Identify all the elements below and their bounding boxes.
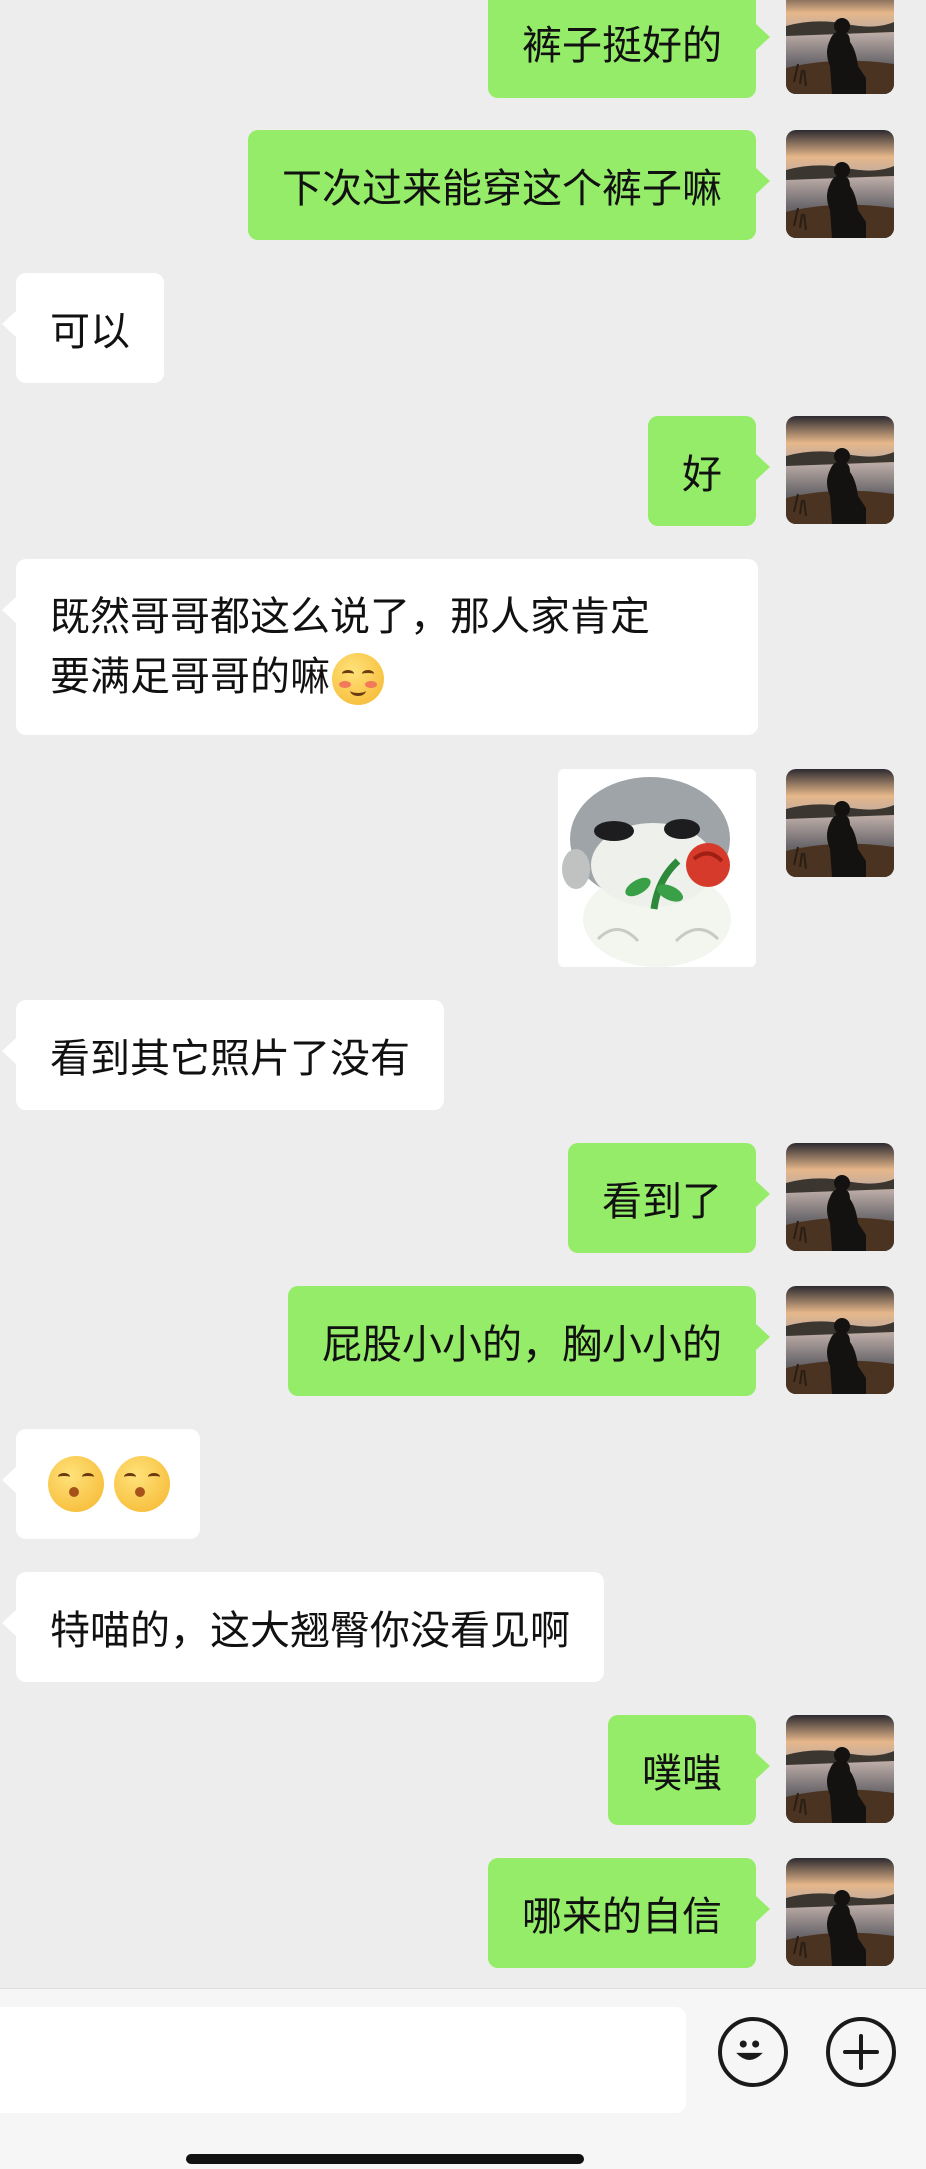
input-bar — [0, 1988, 926, 2169]
blushing-face-emoji — [332, 653, 384, 705]
kissing-face-emoji — [48, 1456, 104, 1512]
incoming-message[interactable]: 既然哥哥都这么说了，那人家肯定 要满足哥哥的嘛 — [2, 559, 758, 735]
outgoing-message[interactable]: 看到了 — [568, 1143, 770, 1253]
message-text: 既然哥哥都这么说了，那人家肯定 要满足哥哥的嘛 — [50, 587, 650, 707]
outgoing-message[interactable]: 好 — [648, 416, 770, 526]
message-text: 好 — [682, 452, 722, 498]
my-avatar[interactable] — [786, 0, 894, 94]
incoming-message[interactable]: 可以 — [2, 273, 164, 383]
message-text: 裤子挺好的 — [522, 23, 722, 69]
message-input[interactable] — [0, 2007, 686, 2113]
message-text: 哪来的自信 — [522, 1894, 722, 1940]
message-text: 屁股小小的，胸小小的 — [322, 1322, 722, 1368]
message-text: 特喵的，这大翘臀你没看见啊 — [50, 1608, 570, 1654]
outgoing-message[interactable]: 哪来的自信 — [488, 1858, 770, 1968]
message-text: 噗嗤 — [642, 1751, 722, 1797]
my-avatar[interactable] — [786, 416, 894, 524]
incoming-message[interactable]: 看到其它照片了没有 — [2, 1000, 444, 1110]
plus-icon — [843, 2034, 879, 2070]
outgoing-message[interactable]: 噗嗤 — [608, 1715, 770, 1825]
my-avatar[interactable] — [786, 1858, 894, 1966]
outgoing-message[interactable]: 裤子挺好的 — [488, 0, 770, 98]
my-avatar[interactable] — [786, 1286, 894, 1394]
message-text: 看到了 — [602, 1179, 722, 1225]
message-text: 看到其它照片了没有 — [50, 1036, 410, 1082]
emoji-button[interactable] — [718, 2017, 788, 2087]
my-avatar[interactable] — [786, 1143, 894, 1251]
message-text: 下次过来能穿这个裤子嘛 — [282, 166, 722, 212]
home-indicator — [186, 2154, 584, 2164]
hamster-rose-sticker[interactable] — [558, 769, 756, 967]
incoming-message[interactable] — [2, 1429, 200, 1539]
smiley-icon — [736, 2040, 763, 2060]
kissing-face-emoji — [114, 1456, 170, 1512]
incoming-message[interactable]: 特喵的，这大翘臀你没看见啊 — [2, 1572, 604, 1682]
outgoing-message[interactable]: 下次过来能穿这个裤子嘛 — [248, 130, 770, 240]
outgoing-message[interactable]: 屁股小小的，胸小小的 — [288, 1286, 770, 1396]
my-avatar[interactable] — [786, 1715, 894, 1823]
more-button[interactable] — [826, 2017, 896, 2087]
my-avatar[interactable] — [786, 769, 894, 877]
message-text: 可以 — [50, 309, 130, 355]
my-avatar[interactable] — [786, 130, 894, 238]
